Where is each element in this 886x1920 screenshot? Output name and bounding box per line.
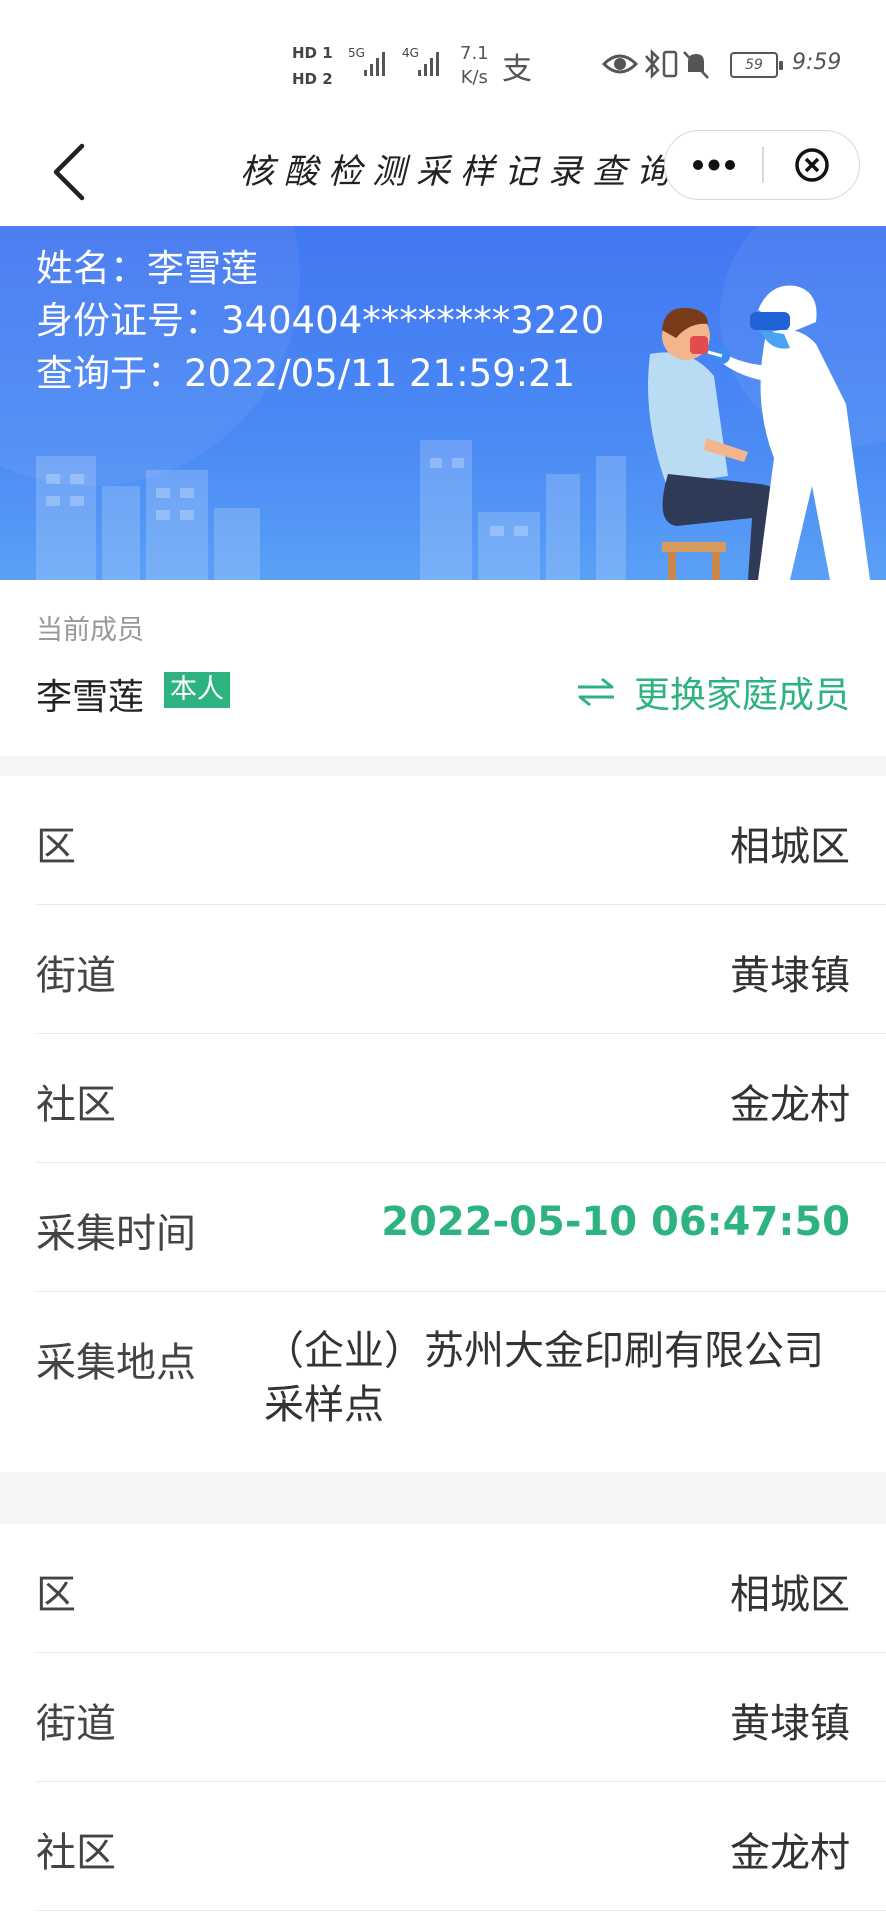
- status-bar: HD 1 HD 2 5G 4G 7.1 K/s 支 59 9:59: [0, 0, 886, 120]
- close-circle-icon: [794, 147, 829, 182]
- more-dots-icon: [692, 159, 735, 170]
- name-value: 李雪莲: [147, 247, 258, 290]
- switch-family-member-label: 更换家庭成员: [633, 675, 850, 716]
- mute-bell-icon: [683, 51, 709, 79]
- record-row-community: 社区 金龙村: [36, 1034, 886, 1163]
- back-arrow-icon[interactable]: [48, 140, 98, 204]
- row-label: 区: [36, 824, 76, 870]
- row-label: 区: [36, 1572, 76, 1618]
- mini-program-capsule: [664, 130, 860, 200]
- banner-query-line: 查询于：2022/05/11 21:59:21: [36, 343, 575, 397]
- row-value: 黄埭镇: [730, 953, 850, 999]
- collect-time-value: 2022-05-10 06:47:50: [381, 1199, 850, 1245]
- close-button[interactable]: [764, 131, 859, 198]
- info-banner: 姓名：李雪莲 身份证号：340404********3220 查询于：2022/…: [0, 226, 886, 580]
- row-value: 金龙村: [730, 1830, 850, 1876]
- nav-bar: 核酸检测采样记录查询: [0, 120, 886, 226]
- section-gap: [0, 1472, 886, 1524]
- more-button[interactable]: [665, 131, 762, 198]
- eye-icon: [602, 54, 639, 74]
- page-title: 核酸检测采样记录查询: [240, 152, 680, 192]
- row-value: 金龙村: [730, 1082, 850, 1128]
- query-label: 查询于：: [36, 352, 184, 395]
- record-row-district: 区 相城区: [36, 1524, 886, 1653]
- member-caption: 当前成员: [36, 615, 144, 646]
- signal-5g-icon: [364, 52, 385, 76]
- self-badge: 本人: [164, 672, 230, 708]
- record-row-collect-location: 采集地点 （企业）苏州大金印刷有限公司采样点: [36, 1292, 886, 1472]
- net-speed: 7.1 K/s: [460, 42, 489, 90]
- row-value: 相城区: [730, 1572, 850, 1618]
- member-name: 李雪莲: [36, 677, 145, 718]
- status-time: 9:59: [792, 50, 842, 75]
- record-row-street: 街道 黄埭镇: [36, 905, 886, 1034]
- row-value: 相城区: [730, 824, 850, 870]
- signal-4g-icon: [418, 52, 439, 76]
- row-label: 社区: [36, 1830, 116, 1876]
- swap-arrows-icon: [577, 677, 614, 707]
- net-speed-value: 7.1: [460, 43, 489, 64]
- record-card: 区 相城区 街道 黄埭镇 社区 金龙村: [0, 1524, 886, 1911]
- query-value: 2022/05/11 21:59:21: [184, 352, 576, 395]
- id-value: 340404********3220: [221, 299, 605, 342]
- section-gap: [0, 756, 886, 776]
- alipay-icon: 支: [502, 52, 532, 87]
- row-label: 采集时间: [36, 1211, 196, 1257]
- name-label: 姓名：: [36, 247, 147, 290]
- vibrate-icon: [662, 50, 678, 78]
- row-label: 社区: [36, 1082, 116, 1128]
- banner-name-line: 姓名：李雪莲: [36, 238, 258, 292]
- hd1-label: HD 1: [292, 44, 333, 62]
- hd-indicator: HD 1 HD 2: [292, 40, 333, 92]
- record-row-street: 街道 黄埭镇: [36, 1653, 886, 1782]
- battery-icon: 59: [730, 52, 783, 78]
- collect-location-value: （企业）苏州大金印刷有限公司采样点: [264, 1328, 824, 1428]
- record-row-community: 社区 金龙村: [36, 1782, 886, 1911]
- record-row-district: 区 相城区: [36, 776, 886, 905]
- row-label: 街道: [36, 953, 116, 999]
- banner-id-line: 身份证号：340404********3220: [36, 290, 604, 344]
- current-member-section: 当前成员 李雪莲 本人 更换家庭成员: [0, 580, 886, 756]
- id-label: 身份证号：: [36, 299, 221, 342]
- record-row-collect-time: 采集时间 2022-05-10 06:47:50: [36, 1163, 886, 1292]
- row-label: 采集地点: [36, 1340, 196, 1386]
- switch-family-member-button[interactable]: 更换家庭成员: [576, 666, 850, 718]
- bluetooth-icon: [645, 48, 660, 80]
- row-label: 街道: [36, 1701, 116, 1747]
- record-card: 区 相城区 街道 黄埭镇 社区 金龙村 采集时间 2022-05-10 06:4…: [0, 776, 886, 1472]
- net-speed-unit: K/s: [460, 67, 488, 88]
- hd2-label: HD 2: [292, 70, 333, 88]
- row-value: 黄埭镇: [730, 1701, 850, 1747]
